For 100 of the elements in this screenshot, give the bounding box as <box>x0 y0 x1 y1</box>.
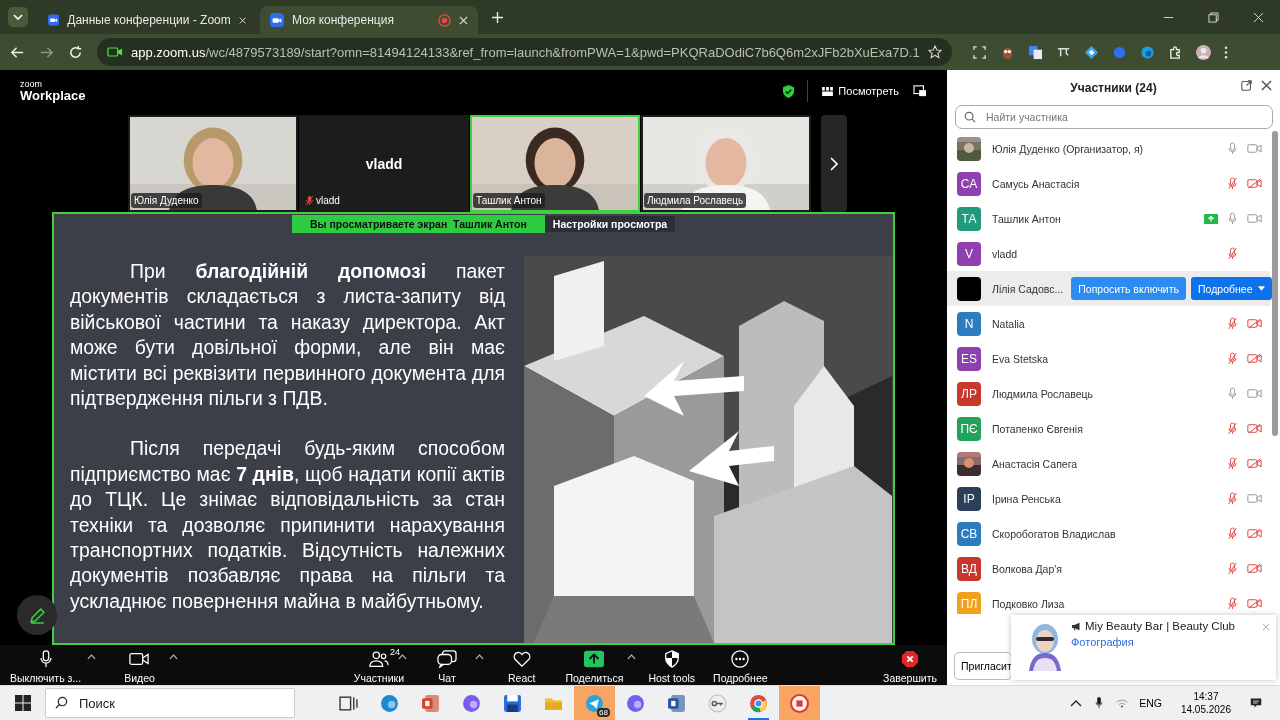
shield-icon[interactable] <box>782 83 796 99</box>
avatar: СА <box>957 171 981 196</box>
participant-name: Natalia <box>992 317 1025 330</box>
browser-tab[interactable]: Данные конференции - Zoom <box>38 6 256 34</box>
new-tab-icon[interactable] <box>492 11 503 23</box>
participant-row[interactable]: СА Самусь Анастасія <box>947 166 1270 201</box>
translate-icon[interactable] <box>1027 44 1043 60</box>
pop-out-icon[interactable] <box>1241 80 1252 91</box>
annotate-button[interactable] <box>17 595 57 635</box>
notifications-icon[interactable] <box>1250 697 1262 709</box>
app-icon <box>790 693 809 713</box>
close-icon[interactable] <box>1261 80 1272 91</box>
participant-name: Ташлик Антон <box>992 212 1061 225</box>
participant-name: Юлія Дуденко <box>134 195 199 206</box>
puzzle-icon[interactable] <box>1167 44 1183 60</box>
pencil-icon <box>28 606 46 624</box>
toolbar-button[interactable]: Видео <box>120 645 159 684</box>
participant-row[interactable]: N Natalia <box>947 306 1270 341</box>
app-icon <box>462 693 481 713</box>
restore-icon[interactable] <box>1208 11 1219 23</box>
view-button[interactable]: Посмотреть <box>820 83 901 99</box>
search-field[interactable]: Поиск <box>45 688 295 718</box>
participant-row[interactable]: СВ Скоробогатов Владислав <box>947 516 1270 551</box>
search-field[interactable]: Найти участника <box>955 105 1273 129</box>
video-tile[interactable]: vladd vladd <box>299 115 469 212</box>
notification-card[interactable]: Miy Beauty Bar | Beauty Club Фотография <box>1011 615 1276 680</box>
participant-name: vladd <box>365 155 403 172</box>
edge-icon[interactable] <box>1139 44 1155 60</box>
windows-start-icon[interactable] <box>15 695 31 711</box>
avatar: ES <box>957 346 981 371</box>
scrollbar-thumb[interactable] <box>1272 131 1278 436</box>
video-tile[interactable]: Людмила Рославець <box>641 115 811 212</box>
picture-in-picture-icon[interactable] <box>913 85 927 97</box>
caret-icon[interactable] <box>627 654 637 660</box>
view-options-button[interactable]: Настройки просмотра <box>544 216 676 232</box>
participant-row[interactable]: ІР Ірина Ренська <box>947 481 1270 516</box>
microphone-icon[interactable] <box>1093 697 1106 709</box>
browser-tab[interactable]: Моя конференция <box>260 6 478 34</box>
notification-subtitle: Фотография <box>1071 636 1135 648</box>
diamond-icon[interactable] <box>1083 44 1099 60</box>
video-tile[interactable]: Ташлик Антон <box>470 115 640 212</box>
clock[interactable]: 14:37 14.05.2026 <box>1180 690 1231 716</box>
task-view-icon <box>339 693 358 713</box>
participant-row[interactable]: Анастасія Сапега <box>947 446 1270 481</box>
phone-bubble-icon <box>626 693 645 713</box>
more-dropdown-button[interactable]: Подробнее <box>1191 277 1273 300</box>
participant-name: Анастасія Сапега <box>992 457 1078 470</box>
toolbar-button[interactable]: React <box>504 645 540 684</box>
caret-icon[interactable] <box>168 654 178 660</box>
participant-row[interactable]: Юлія Дуденко (Организатор, я) <box>947 131 1270 166</box>
participant-name: Ташлик Антон <box>476 195 542 206</box>
avatar: ТА <box>957 206 981 231</box>
profile-avatar-icon[interactable] <box>1195 44 1211 60</box>
caret-icon[interactable] <box>398 654 407 660</box>
toolbar-button[interactable]: Чат <box>433 645 461 684</box>
participant-name: Волкова Дар'я <box>992 562 1062 575</box>
avatar: ПЄ <box>957 416 981 441</box>
caret-icon[interactable] <box>87 654 97 660</box>
end-meeting-button[interactable]: Завершить <box>879 645 941 684</box>
participant-name: Людмила Рославець <box>647 195 744 206</box>
more-icon <box>730 650 751 668</box>
search-icon <box>55 696 68 709</box>
heart-icon <box>511 650 532 668</box>
participant-row[interactable]: Лілія Садовс... Попросить включить Подробнее <box>947 271 1270 306</box>
chrome-icon <box>749 693 768 713</box>
participant-row[interactable]: ТА Ташлик Антон <box>947 201 1270 236</box>
participant-count: 24 <box>389 647 400 657</box>
invite-button[interactable]: Пригласит <box>954 652 1012 680</box>
app-icon <box>380 693 399 713</box>
participant-row[interactable]: ЛР Людмила Рославець <box>947 376 1270 411</box>
toolbar-button[interactable]: 24 Участники <box>349 645 408 684</box>
bookmark-star-icon[interactable] <box>927 45 942 59</box>
toolbar-button[interactable]: Подробнее <box>709 645 772 684</box>
participant-name: Подковко Лиза <box>992 597 1065 610</box>
participant-row[interactable]: V vladd <box>947 236 1270 271</box>
menu-icon[interactable] <box>1223 44 1228 60</box>
caret-icon[interactable] <box>475 654 484 660</box>
participant-name: Людмила Рославець <box>992 387 1093 400</box>
search-icon <box>964 111 976 123</box>
participant-name: Eva Stetska <box>992 352 1049 365</box>
participant-row[interactable]: ПЄ Потапенко Євгенія <box>947 411 1270 446</box>
slide-paragraph: При благодійній допомозі пакет документів складається з листа-запиту від військової частини та наказу директора. Акт може бути довільної форми, але він має містити всі реквізити первинного документа для підтвердження пільги з ПДВ. <box>70 259 505 412</box>
zoom-favicon-icon <box>48 13 60 27</box>
toolbar-button[interactable]: Host tools <box>644 645 700 684</box>
toolbar-button[interactable]: Выключить з... <box>6 645 86 684</box>
taskbar-app-button[interactable]: 68 <box>574 686 615 720</box>
key-icon <box>708 693 727 713</box>
screenshot-icon[interactable] <box>971 44 987 60</box>
reload-icon[interactable] <box>68 44 83 60</box>
participant-name: vladd <box>316 195 340 206</box>
avatar: СВ <box>957 521 981 546</box>
caret-icon <box>1258 286 1266 291</box>
participant-row[interactable]: ВД Волкова Дар'я <box>947 551 1270 586</box>
participant-row[interactable]: ES Eva Stetska <box>947 341 1270 376</box>
video-tile[interactable]: Юлія Дуденко <box>128 115 298 212</box>
tab-search-icon[interactable] <box>8 7 28 27</box>
language-indicator[interactable]: ENG <box>1139 697 1162 709</box>
participant-row[interactable]: ПЛ Подковко Лиза <box>947 586 1270 614</box>
toolbar-button[interactable]: Поделиться <box>561 645 628 684</box>
address-bar[interactable]: app.zoom.us/wc/4879573189/start?omn=81494124133&ref_from=launch&fromPWA=1&pwd=PKQRaDOdiC7b6Q6m2xJFb2bXuExa7D.1 <box>97 38 952 66</box>
